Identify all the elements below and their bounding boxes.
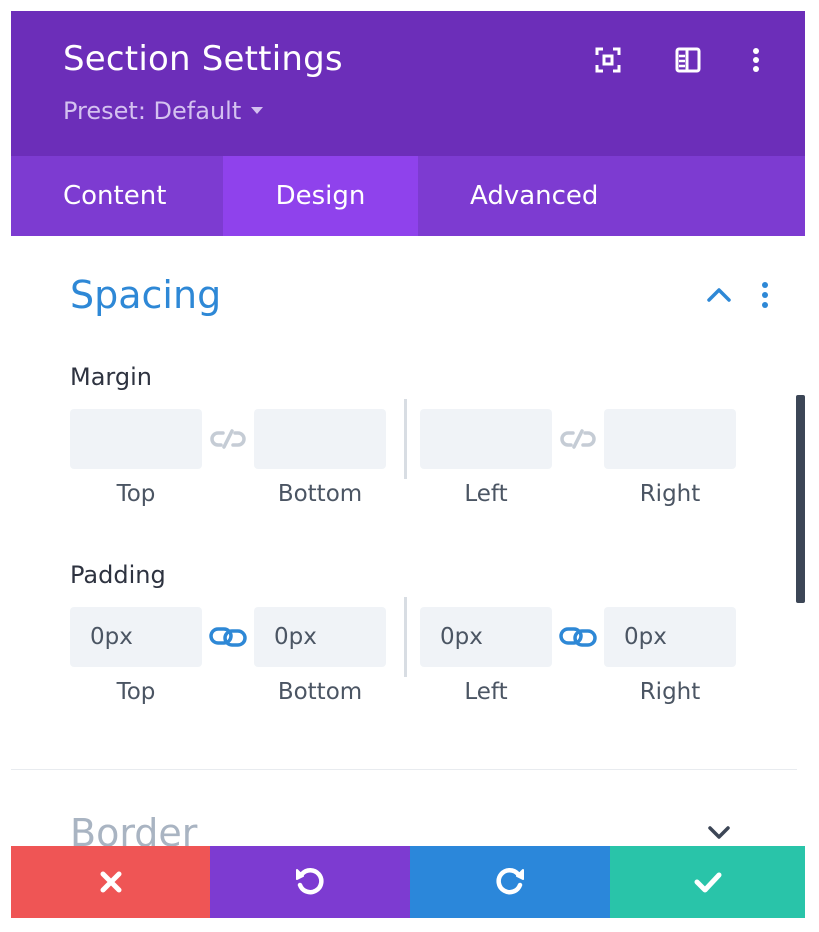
discard-icon xyxy=(100,871,121,893)
tab-bar: Content Design Advanced xyxy=(11,156,805,236)
padding-right-input[interactable] xyxy=(604,607,736,667)
unlinked-chain-icon[interactable] xyxy=(559,426,597,452)
chevron-up-icon[interactable] xyxy=(704,281,734,311)
sidebar-layout-icon[interactable] xyxy=(673,45,703,75)
scrollbar-thumb[interactable] xyxy=(796,395,805,603)
redo-icon xyxy=(496,868,524,895)
redo-button[interactable] xyxy=(410,846,610,918)
preset-dropdown[interactable]: Preset: Default xyxy=(63,97,264,125)
undo-button[interactable] xyxy=(210,846,410,918)
tab-design[interactable]: Design xyxy=(223,156,418,236)
margin-label: Margin xyxy=(70,363,152,391)
margin-right-label: Right xyxy=(639,481,701,507)
discard-button[interactable] xyxy=(11,846,210,918)
padding-bottom-label: Bottom xyxy=(277,679,363,705)
spacing-section-title[interactable]: Spacing xyxy=(70,273,221,317)
padding-left-label: Left xyxy=(464,679,508,705)
section-options-icon[interactable] xyxy=(753,279,777,311)
tab-advanced[interactable]: Advanced xyxy=(418,156,668,236)
undo-icon xyxy=(296,868,324,895)
margin-right-input[interactable] xyxy=(604,409,736,469)
linked-chain-icon[interactable] xyxy=(559,624,597,650)
margin-divider xyxy=(404,399,407,479)
margin-bottom-input[interactable] xyxy=(254,409,386,469)
unlinked-chain-icon[interactable] xyxy=(209,426,247,452)
action-bar xyxy=(11,846,805,918)
preset-label: Preset: Default xyxy=(63,97,242,125)
margin-top-label: Top xyxy=(116,481,156,507)
margin-bottom-label: Bottom xyxy=(277,481,363,507)
chevron-down-icon[interactable] xyxy=(704,821,734,845)
padding-left-input[interactable] xyxy=(420,607,552,667)
padding-top-input[interactable] xyxy=(70,607,202,667)
save-button[interactable] xyxy=(610,846,805,918)
section-settings-modal: Section Settings Preset: Default Content… xyxy=(11,11,805,918)
tab-content[interactable]: Content xyxy=(11,156,223,236)
margin-left-input[interactable] xyxy=(420,409,552,469)
more-vertical-icon[interactable] xyxy=(741,45,771,75)
margin-top-input[interactable] xyxy=(70,409,202,469)
modal-title: Section Settings xyxy=(63,39,343,79)
linked-chain-icon[interactable] xyxy=(209,624,247,650)
padding-divider xyxy=(404,597,407,677)
padding-label: Padding xyxy=(70,561,166,589)
section-divider xyxy=(11,769,797,770)
focus-mode-icon[interactable] xyxy=(593,45,623,75)
caret-down-icon xyxy=(251,106,264,114)
save-check-icon xyxy=(694,872,721,893)
padding-bottom-input[interactable] xyxy=(254,607,386,667)
margin-left-label: Left xyxy=(464,481,508,507)
padding-top-label: Top xyxy=(116,679,156,705)
padding-right-label: Right xyxy=(639,679,701,705)
modal-header: Section Settings Preset: Default xyxy=(11,11,805,156)
